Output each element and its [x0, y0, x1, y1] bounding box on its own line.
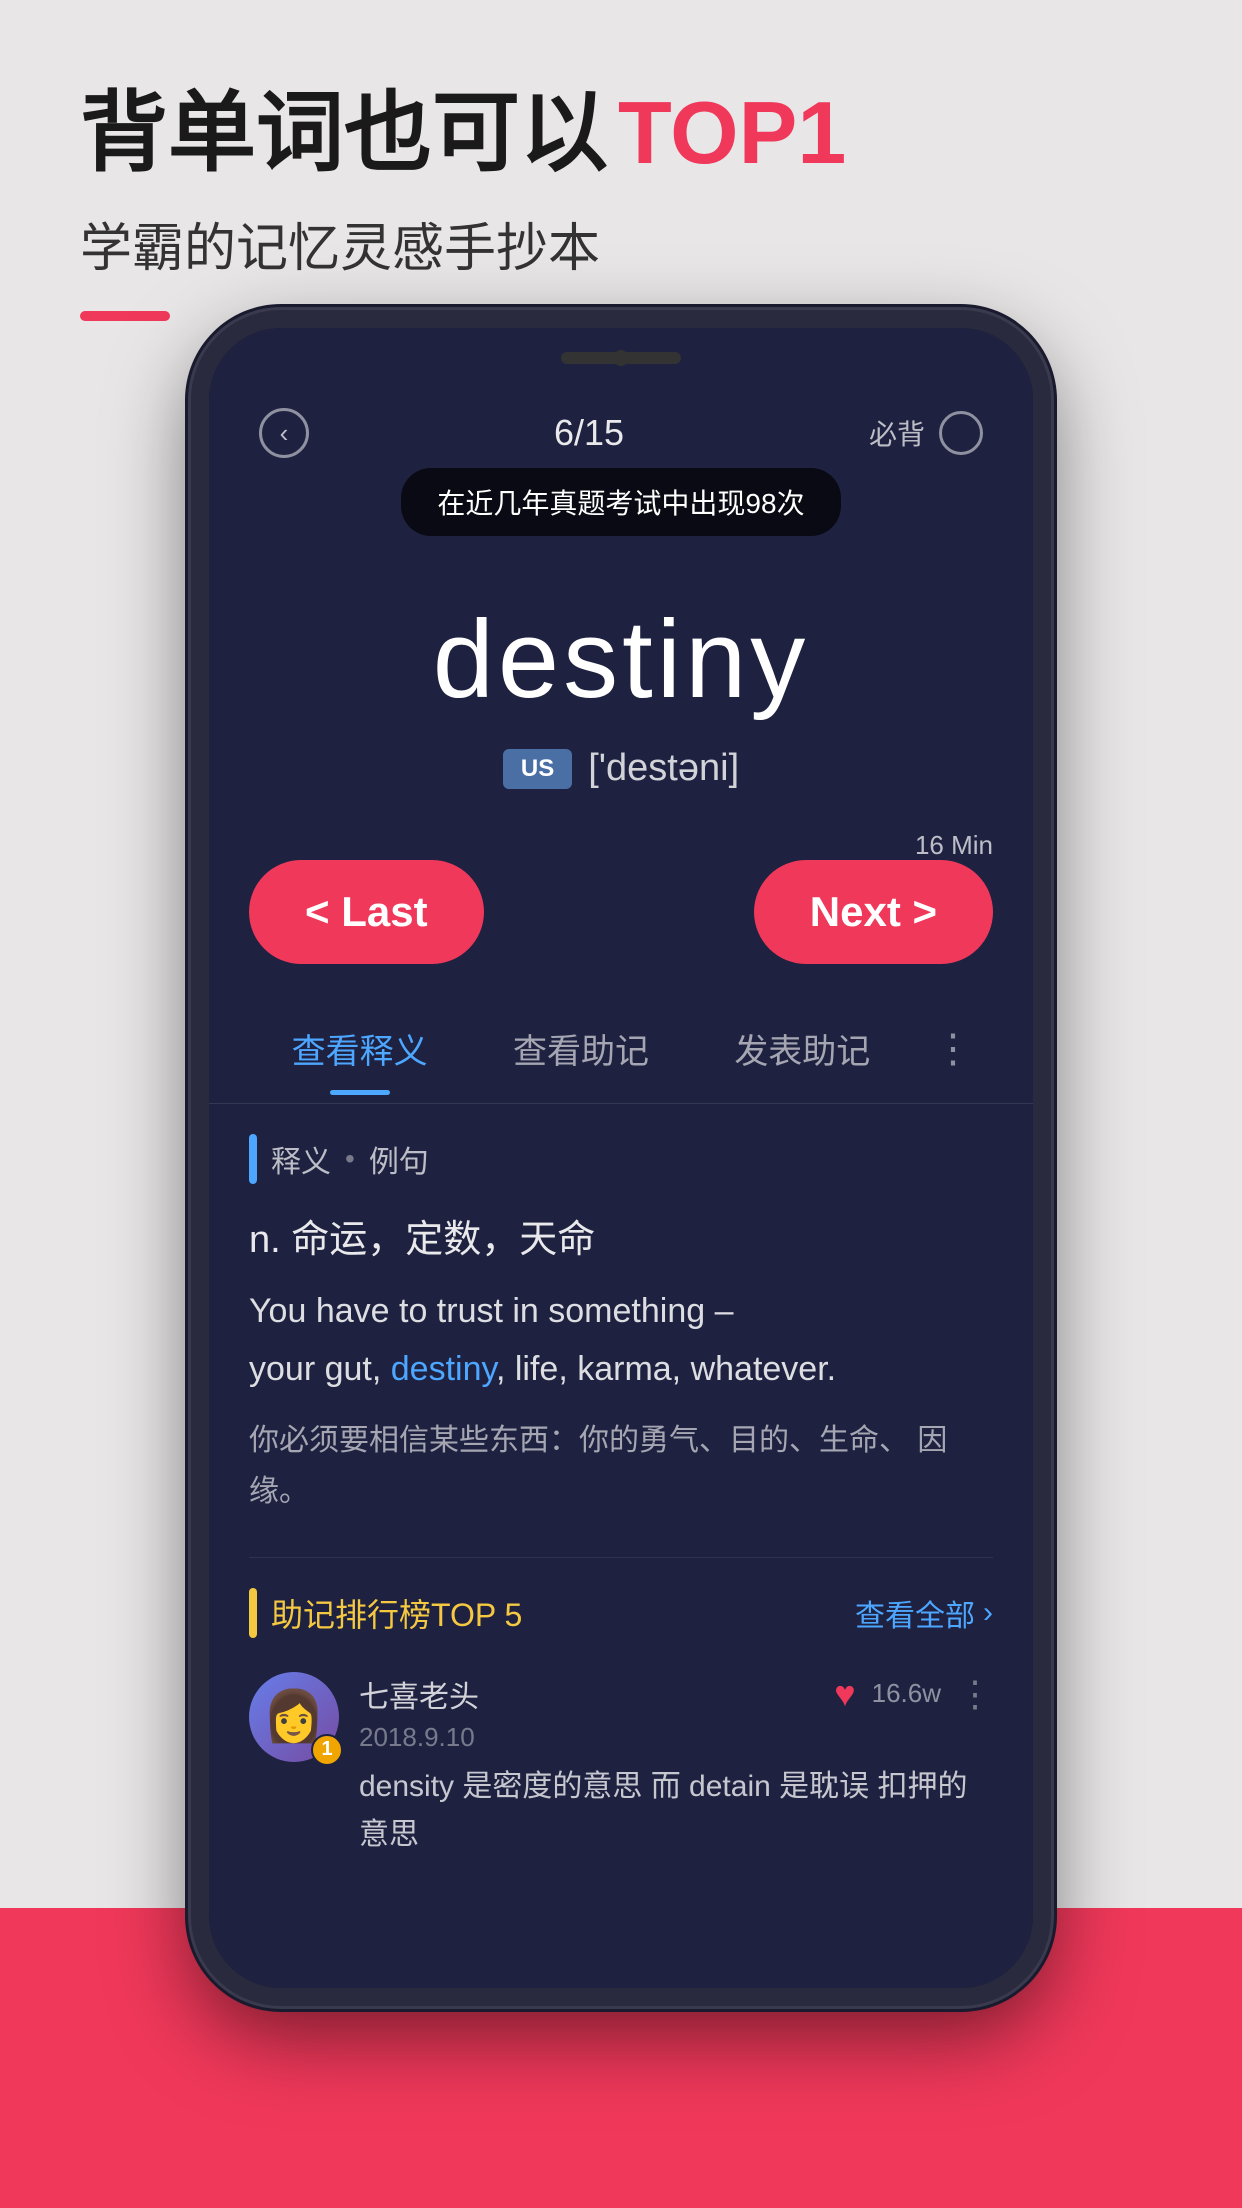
section-dot: • [345, 1143, 355, 1175]
avatar-rank-badge: 1 [311, 1734, 343, 1766]
progress-counter: 6/15 [554, 412, 624, 454]
example-en-part2: , life, karma, whatever. [496, 1350, 836, 1388]
content-area: 释义 • 例句 n. 命运，定数，天命 You have to trust in… [209, 1104, 1033, 1899]
memory-header: 助记排行榜TOP 5 查看全部 › [249, 1588, 993, 1638]
more-options-icon[interactable]: ⋮ [957, 1673, 993, 1715]
us-badge[interactable]: US [503, 749, 572, 789]
page-background: 背单词也可以 TOP1 学霸的记忆灵感手抄本 ‹ 6/15 [0, 0, 1242, 2208]
memory-header-left: 助记排行榜TOP 5 [249, 1588, 522, 1638]
next-button[interactable]: Next > [754, 860, 993, 964]
phone-shell: ‹ 6/15 必背 在近几年真题考试中出现98次 destiny US ['de… [191, 310, 1051, 2006]
heart-icon[interactable]: ♥ [834, 1673, 855, 1715]
headline-suffix: TOP1 [618, 80, 846, 186]
tab-memory-view[interactable]: 查看助记 [470, 1004, 691, 1093]
top-section: 背单词也可以 TOP1 学霸的记忆灵感手抄本 [0, 0, 1242, 321]
main-word: destiny [249, 596, 993, 723]
tabs-row: 查看释义 查看助记 发表助记 ⋮ [209, 994, 1033, 1104]
memory-bar-yellow [249, 1588, 257, 1638]
phone-screen: ‹ 6/15 必背 在近几年真题考试中出现98次 destiny US ['de… [209, 388, 1033, 1988]
phone-top-bar [209, 328, 1033, 388]
section-title: 释义 [271, 1137, 331, 1181]
definition-text: n. 命运，定数，天命 [249, 1208, 993, 1263]
section-header: 释义 • 例句 [249, 1134, 993, 1184]
side-button-right [1045, 508, 1051, 648]
tab-memory-post[interactable]: 发表助记 [692, 1004, 913, 1093]
tooltip-bar: 在近几年真题考试中出现98次 [401, 468, 840, 536]
like-count: 16.6w [872, 1678, 941, 1709]
section-bar-blue [249, 1134, 257, 1184]
phone-camera [613, 350, 629, 366]
headline-prefix: 背单词也可以 [80, 80, 608, 186]
must-circle[interactable] [939, 411, 983, 455]
must-label: 必背 [869, 413, 925, 453]
memory-content: 七喜老头 ♥ 16.6w ⋮ 2018.9.10 density 是密度的意思 … [359, 1672, 993, 1859]
time-label: 16 Min [915, 830, 993, 861]
red-line-decoration [80, 311, 170, 321]
view-all-button[interactable]: 查看全部 › [855, 1591, 993, 1635]
example-english: You have to trust in something –your gut… [249, 1283, 993, 1399]
word-section: destiny US ['destəni] [209, 556, 1033, 840]
memory-item: 👩 1 七喜老头 ♥ 16.6w ⋮ [249, 1662, 993, 1869]
memory-title: 助记排行榜TOP 5 [271, 1590, 522, 1636]
memory-username: 七喜老头 [359, 1672, 479, 1716]
example-en-highlight: destiny [391, 1350, 496, 1388]
headline: 背单词也可以 TOP1 [80, 80, 1162, 186]
pronunciation-row: US ['destəni] [249, 747, 993, 790]
navigation-row: 16 Min < Last Next > [209, 840, 1033, 994]
example-chinese: 你必须要相信某些东西：你的勇气、目的、生命、 因缘。 [249, 1415, 993, 1517]
status-bar: ‹ 6/15 必背 [209, 388, 1033, 468]
tab-more-icon[interactable]: ⋮ [913, 1016, 993, 1082]
memory-avatar: 👩 1 [249, 1672, 339, 1762]
phone-wrapper: ‹ 6/15 必背 在近几年真题考试中出现98次 destiny US ['de… [191, 310, 1051, 2006]
chevron-right-icon: › [983, 1596, 993, 1630]
memory-section: 助记排行榜TOP 5 查看全部 › [249, 1557, 993, 1869]
tab-definition[interactable]: 查看释义 [249, 1004, 470, 1093]
memory-date: 2018.9.10 [359, 1722, 993, 1753]
last-button[interactable]: < Last [249, 860, 484, 964]
subheadline: 学霸的记忆灵感手抄本 [80, 206, 1162, 281]
back-button[interactable]: ‹ [259, 408, 309, 458]
memory-actions: ♥ 16.6w ⋮ [834, 1673, 993, 1715]
phonetic-text: ['destəni] [588, 747, 739, 790]
memory-user-row: 七喜老头 ♥ 16.6w ⋮ [359, 1672, 993, 1716]
side-button-left [191, 528, 197, 608]
memory-text: density 是密度的意思 而 detain 是耽误 扣押的意思 [359, 1763, 993, 1859]
must-label-area: 必背 [869, 411, 983, 455]
section-sublabel: 例句 [369, 1137, 429, 1181]
